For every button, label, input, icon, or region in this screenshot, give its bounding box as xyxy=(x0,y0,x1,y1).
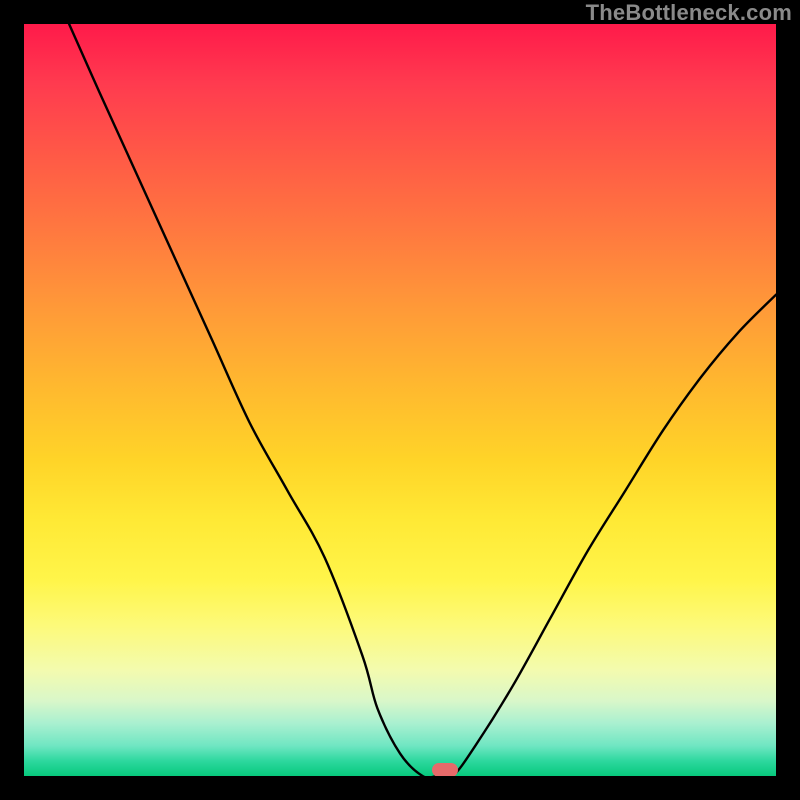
plot-area xyxy=(24,24,776,776)
optimum-marker xyxy=(432,763,458,776)
watermark-text: TheBottleneck.com xyxy=(586,0,792,26)
chart-frame: TheBottleneck.com xyxy=(0,0,800,800)
line-curve xyxy=(24,24,776,776)
